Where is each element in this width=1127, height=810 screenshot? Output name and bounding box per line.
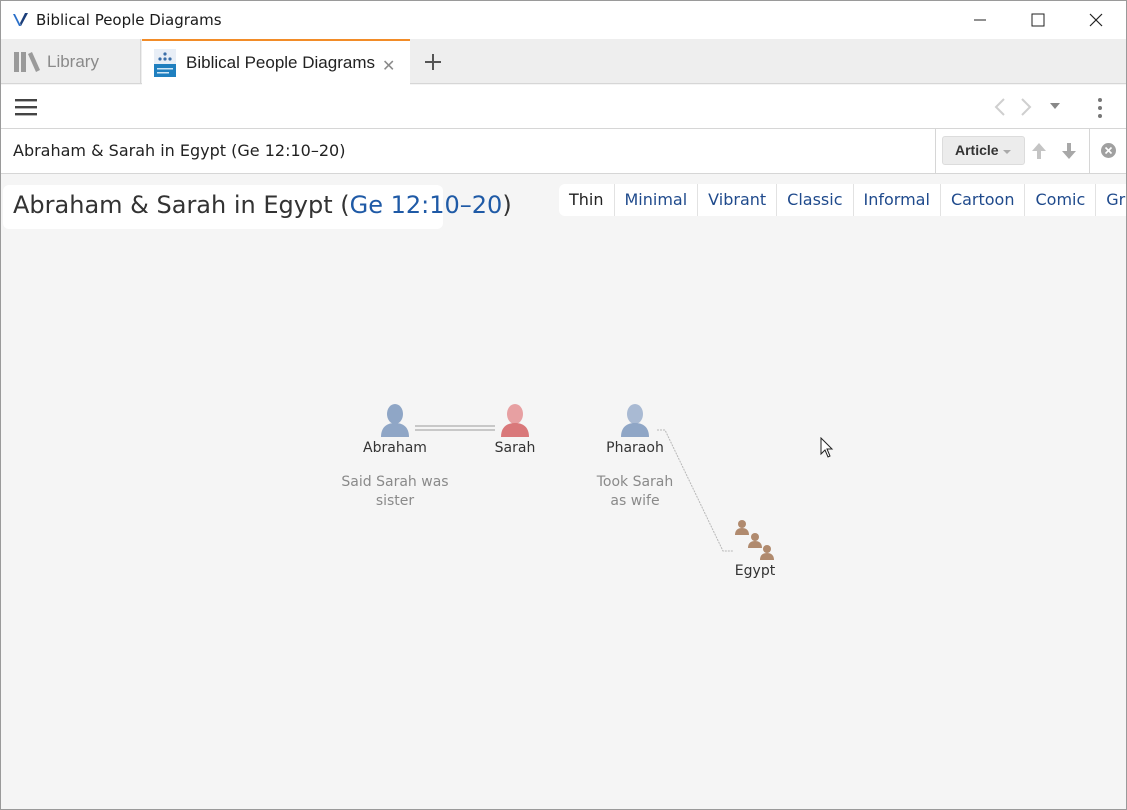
tab-strip: Library Biblical People Diagrams ✕ [1,39,1126,85]
close-icon [1089,13,1103,27]
divider [1089,129,1090,173]
reference-input[interactable]: Abraham & Sarah in Egypt (Ge 12:10–20) [1,129,936,173]
chevron-right-icon[interactable] [1019,97,1033,117]
person-name-sarah[interactable]: Sarah [475,440,555,456]
person-note-abraham: Said Sarah was sister [341,474,449,509]
caret-down-icon [1003,150,1011,154]
library-books-icon [14,52,40,72]
abraham-body [381,423,409,437]
tab-library-label: Library [47,52,99,71]
toolbar [1,85,1126,129]
clear-circle-icon[interactable] [1100,142,1117,159]
hamburger-icon[interactable] [15,98,37,116]
mouse-cursor-icon [820,437,834,458]
person-icon[interactable] [380,403,410,437]
person-name-abraham[interactable]: Abraham [355,440,435,456]
diagram-canvas: Abraham & Sarah in Egypt (Ge 12:10–20) T… [1,174,1126,809]
person-note-pharaoh: Took Sarah as wife [596,474,674,509]
app-logo-icon [13,13,28,26]
arrow-up-icon[interactable] [1031,142,1047,160]
sarah-body [501,423,529,437]
pharaoh-head [627,404,643,424]
relationship-lines [415,425,733,552]
tab-biblical-people-diagrams[interactable]: Biblical People Diagrams ✕ [142,39,410,85]
window-title: Biblical People Diagrams [36,11,222,29]
article-dropdown-button[interactable]: Article [942,136,1025,165]
caret-down-icon[interactable] [1049,102,1061,110]
tab-active-label: Biblical People Diagrams [186,53,375,72]
pharaoh-body [621,423,649,437]
minimize-icon [974,19,986,21]
article-label: Article [955,142,999,158]
sarah-head [507,404,523,424]
arrow-down-icon[interactable] [1061,142,1077,160]
reference-bar: Abraham & Sarah in Egypt (Ge 12:10–20) A… [1,129,1126,174]
group-name-egypt[interactable]: Egypt [715,563,795,579]
app-window: Biblical People Diagrams Library Biblica… [0,0,1127,810]
close-window-button[interactable] [1067,1,1125,39]
tab-library[interactable]: Library [1,39,141,84]
title-bar: Biblical People Diagrams [1,1,1126,39]
kebab-icon[interactable] [1096,97,1104,119]
tab-close-icon[interactable]: ✕ [382,56,395,76]
plus-icon[interactable] [420,49,446,75]
person-icon[interactable] [500,403,530,437]
person-icon[interactable] [620,403,650,437]
minimize-button[interactable] [951,1,1009,39]
people-group-icon[interactable] [734,519,776,563]
maximize-button[interactable] [1009,1,1067,39]
diagram-book-icon [154,49,176,77]
maximize-icon [1031,13,1045,27]
chevron-left-icon[interactable] [993,97,1007,117]
abraham-head [387,404,403,424]
person-name-pharaoh[interactable]: Pharaoh [595,440,675,456]
